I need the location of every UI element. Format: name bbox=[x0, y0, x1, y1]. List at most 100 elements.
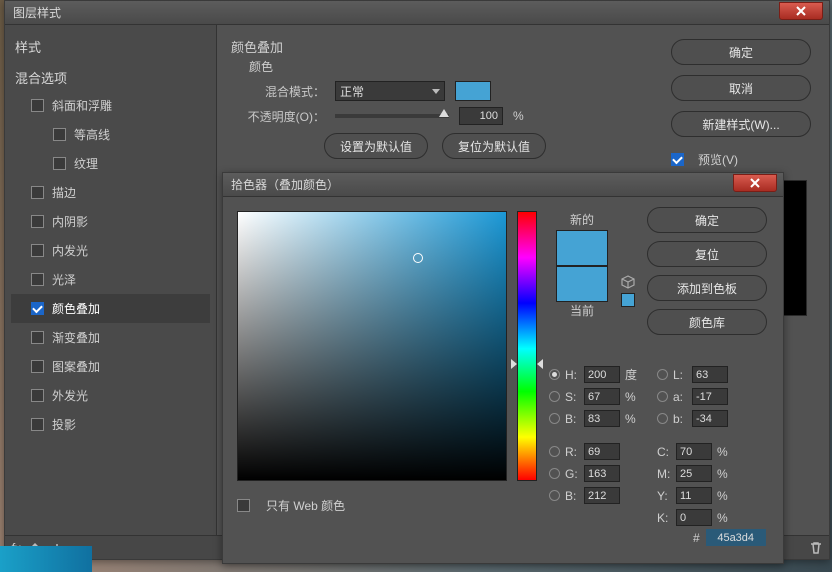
y-input[interactable] bbox=[676, 487, 712, 504]
opacity-label: 不透明度(O)： bbox=[239, 108, 325, 125]
hex-input[interactable] bbox=[706, 529, 766, 546]
r-input[interactable] bbox=[584, 443, 620, 460]
effect-item[interactable]: 描边 bbox=[11, 178, 210, 207]
r-radio[interactable] bbox=[549, 446, 560, 457]
c-input[interactable] bbox=[676, 443, 712, 460]
make-default-button[interactable]: 设置为默认值 bbox=[324, 133, 428, 159]
effect-item[interactable]: 光泽 bbox=[11, 265, 210, 294]
a-radio[interactable] bbox=[657, 391, 668, 402]
l-input[interactable] bbox=[692, 366, 728, 383]
chevron-down-icon bbox=[432, 89, 440, 94]
blend-mode-label: 混合模式： bbox=[239, 83, 325, 100]
effect-label: 斜面和浮雕 bbox=[52, 97, 112, 114]
current-color-swatch[interactable] bbox=[556, 266, 608, 302]
hue-slider[interactable] bbox=[517, 211, 537, 481]
effect-checkbox[interactable] bbox=[31, 418, 44, 431]
effect-checkbox[interactable] bbox=[31, 273, 44, 286]
effect-checkbox[interactable] bbox=[53, 128, 66, 141]
effect-checkbox[interactable] bbox=[31, 331, 44, 344]
new-style-button[interactable]: 新建样式(W)... bbox=[671, 111, 811, 137]
color-picker-titlebar[interactable]: 拾色器（叠加颜色） bbox=[223, 173, 783, 197]
effect-label: 内阴影 bbox=[52, 213, 88, 230]
opacity-slider[interactable] bbox=[335, 114, 449, 118]
web-colors-label: 只有 Web 颜色 bbox=[266, 497, 345, 514]
hex-label: # bbox=[693, 531, 700, 545]
effect-checkbox[interactable] bbox=[31, 302, 44, 315]
s-radio[interactable] bbox=[549, 391, 560, 402]
new-color-swatch[interactable] bbox=[556, 230, 608, 266]
cube-icon[interactable] bbox=[621, 275, 635, 289]
g-radio[interactable] bbox=[549, 468, 560, 479]
l-radio[interactable] bbox=[657, 369, 668, 380]
effect-checkbox[interactable] bbox=[53, 157, 66, 170]
saturation-value-field[interactable] bbox=[237, 211, 507, 481]
effect-item[interactable]: 渐变叠加 bbox=[11, 323, 210, 352]
effect-item[interactable]: 颜色叠加 bbox=[11, 294, 210, 323]
a-input[interactable] bbox=[692, 388, 728, 405]
b-radio[interactable] bbox=[549, 413, 560, 424]
effect-item[interactable]: 外发光 bbox=[11, 381, 210, 410]
current-color-label: 当前 bbox=[549, 302, 615, 319]
effect-checkbox[interactable] bbox=[31, 360, 44, 373]
trash-icon[interactable] bbox=[809, 541, 823, 555]
new-color-label: 新的 bbox=[549, 211, 615, 228]
h-input[interactable] bbox=[584, 366, 620, 383]
effect-checkbox[interactable] bbox=[31, 389, 44, 402]
cancel-button[interactable]: 取消 bbox=[671, 75, 811, 101]
effect-checkbox[interactable] bbox=[31, 244, 44, 257]
effect-checkbox[interactable] bbox=[31, 215, 44, 228]
panel-title: 颜色叠加 bbox=[231, 37, 641, 56]
lab-b-radio[interactable] bbox=[657, 413, 668, 424]
effect-item[interactable]: 斜面和浮雕 bbox=[11, 91, 210, 120]
effect-label: 颜色叠加 bbox=[52, 300, 100, 317]
effect-item[interactable]: 纹理 bbox=[11, 149, 210, 178]
s-input[interactable] bbox=[584, 388, 620, 405]
g-input[interactable] bbox=[584, 465, 620, 482]
color-picker-window: 拾色器（叠加颜色） 新的 当前 确定 复位 添加到色板 颜色库 只有 Web 颜… bbox=[222, 172, 784, 564]
taskbar[interactable] bbox=[0, 546, 92, 572]
rgb-b-input[interactable] bbox=[584, 487, 620, 504]
reset-default-button[interactable]: 复位为默认值 bbox=[442, 133, 546, 159]
effect-checkbox[interactable] bbox=[31, 186, 44, 199]
hue-caret-icon[interactable] bbox=[537, 359, 543, 369]
preview-checkbox[interactable] bbox=[671, 153, 684, 166]
picker-reset-button[interactable]: 复位 bbox=[647, 241, 767, 267]
slider-thumb-icon[interactable] bbox=[439, 109, 449, 117]
effect-item[interactable]: 图案叠加 bbox=[11, 352, 210, 381]
hue-caret-icon[interactable] bbox=[511, 359, 517, 369]
web-colors-checkbox[interactable] bbox=[237, 499, 250, 512]
effect-item[interactable]: 内发光 bbox=[11, 236, 210, 265]
preview-label: 预览(V) bbox=[698, 151, 738, 168]
styles-header[interactable]: 样式 bbox=[11, 29, 210, 60]
effect-item[interactable]: 等高线 bbox=[11, 120, 210, 149]
effect-checkbox[interactable] bbox=[31, 99, 44, 112]
effect-label: 渐变叠加 bbox=[52, 329, 100, 346]
lab-b-input[interactable] bbox=[692, 410, 728, 427]
k-input[interactable] bbox=[676, 509, 712, 526]
picker-ok-button[interactable]: 确定 bbox=[647, 207, 767, 233]
color-cursor-icon[interactable] bbox=[413, 253, 423, 263]
h-radio[interactable] bbox=[549, 369, 560, 380]
blend-options-header[interactable]: 混合选项 bbox=[11, 60, 210, 91]
effect-label: 内发光 bbox=[52, 242, 88, 259]
add-swatch-button[interactable]: 添加到色板 bbox=[647, 275, 767, 301]
close-icon[interactable] bbox=[779, 2, 823, 20]
effects-list: 样式 混合选项 斜面和浮雕等高线纹理描边内阴影内发光光泽颜色叠加渐变叠加图案叠加… bbox=[5, 25, 217, 559]
effect-item[interactable]: 投影 bbox=[11, 410, 210, 439]
effect-item[interactable]: 内阴影 bbox=[11, 207, 210, 236]
overlay-color-swatch[interactable] bbox=[455, 81, 491, 101]
ok-button[interactable]: 确定 bbox=[671, 39, 811, 65]
blend-mode-select[interactable]: 正常 bbox=[335, 81, 445, 101]
color-library-button[interactable]: 颜色库 bbox=[647, 309, 767, 335]
opacity-input[interactable] bbox=[459, 107, 503, 125]
close-icon[interactable] bbox=[733, 174, 777, 192]
layer-style-titlebar[interactable]: 图层样式 bbox=[5, 1, 829, 25]
effect-label: 等高线 bbox=[74, 126, 110, 143]
effect-label: 纹理 bbox=[74, 155, 98, 172]
bv-input[interactable] bbox=[584, 410, 620, 427]
rgb-b-radio[interactable] bbox=[549, 490, 560, 501]
m-input[interactable] bbox=[676, 465, 712, 482]
effect-label: 投影 bbox=[52, 416, 76, 433]
websafe-swatch[interactable] bbox=[621, 293, 635, 307]
effect-label: 光泽 bbox=[52, 271, 76, 288]
